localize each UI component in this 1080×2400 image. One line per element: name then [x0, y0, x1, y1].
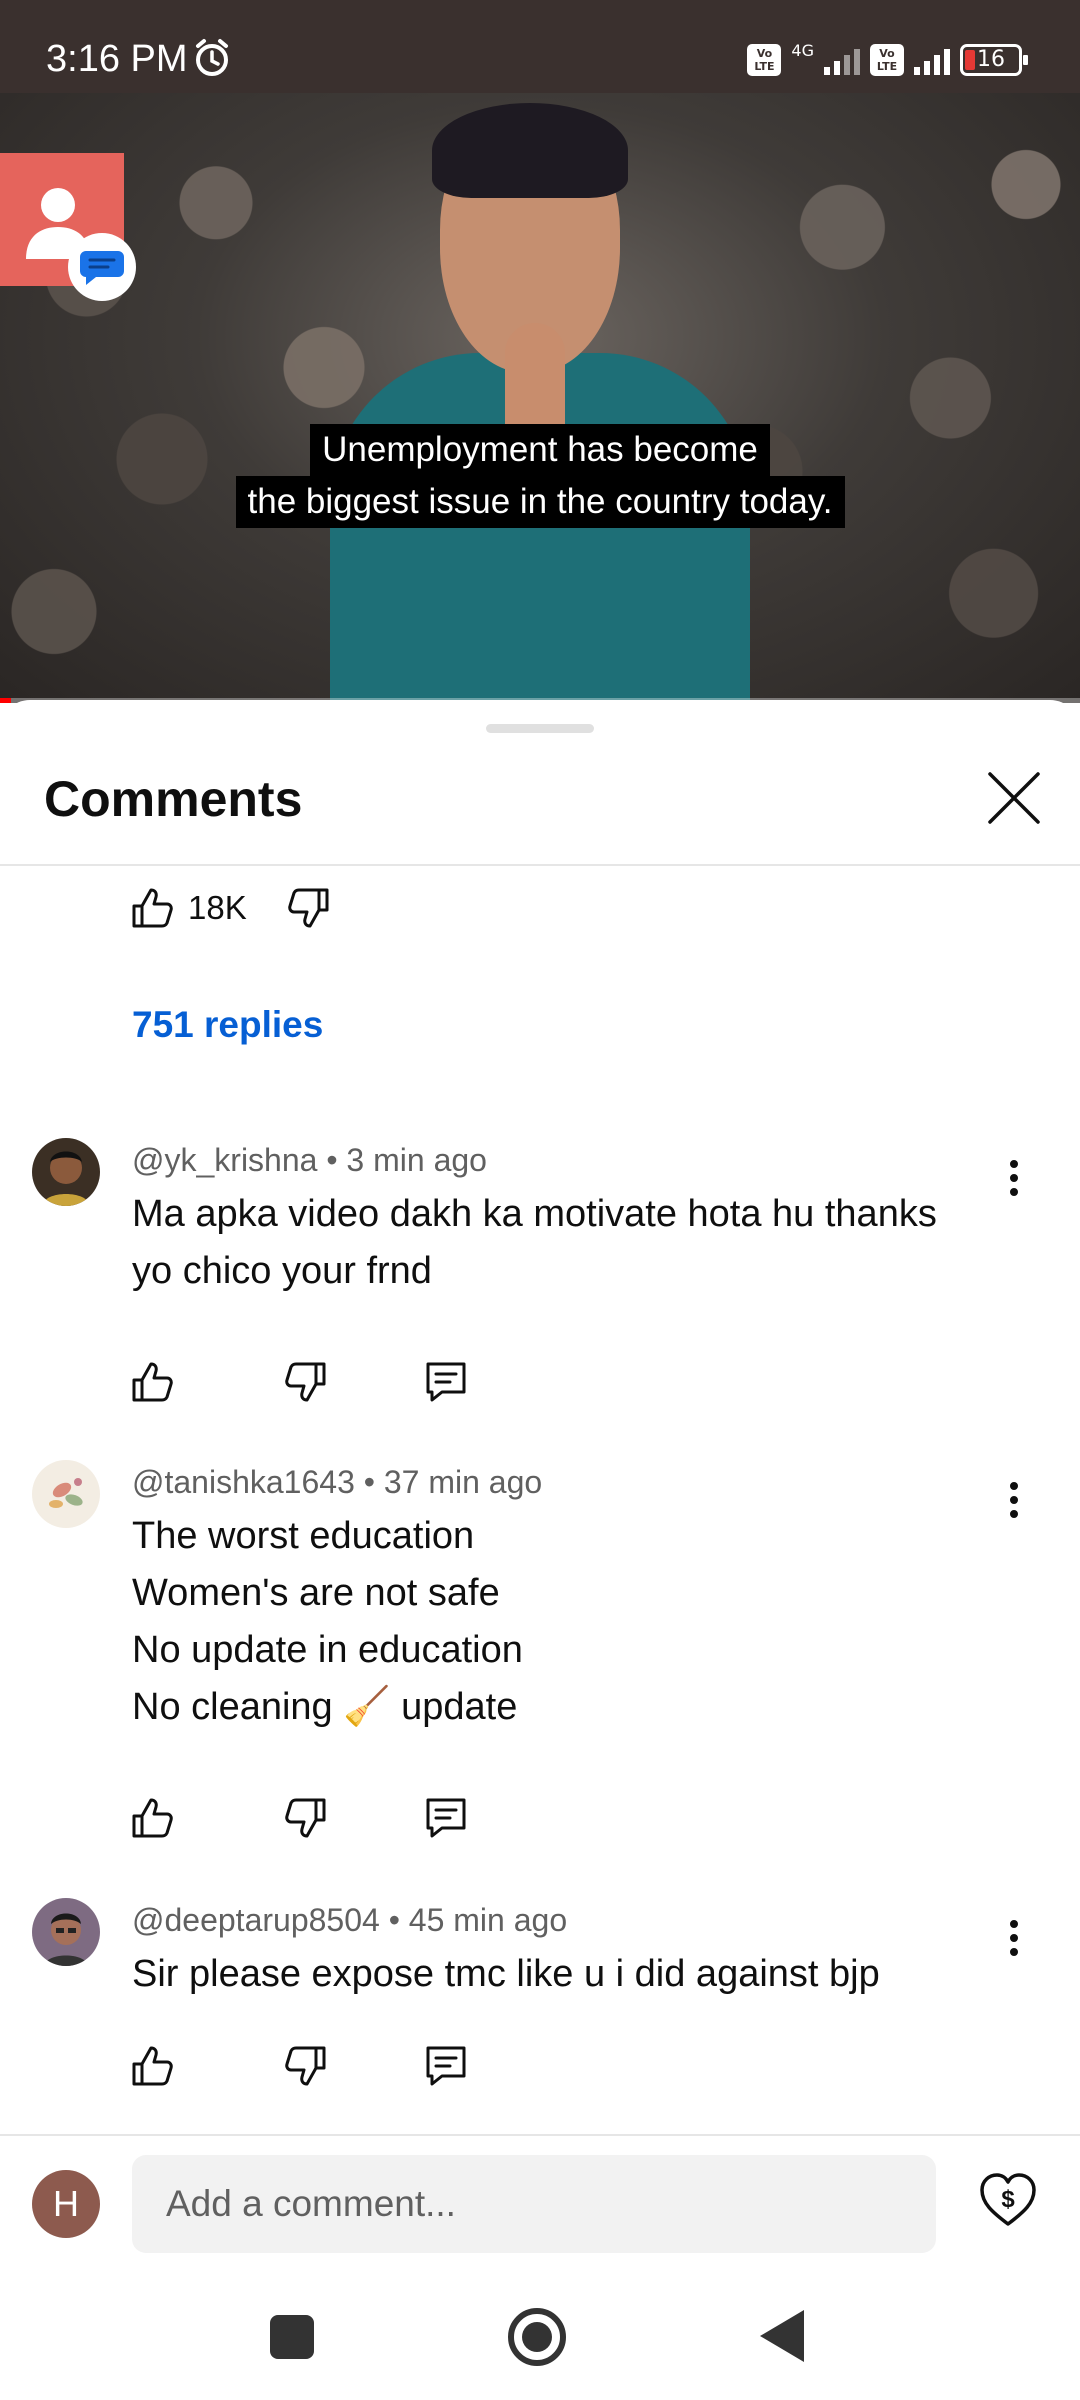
- avatar-image: [32, 1898, 100, 1966]
- comment-line: Ma apka video dakh ka motivate hota hu t…: [132, 1193, 937, 1235]
- comment-time: 37 min ago: [383, 1464, 543, 1500]
- comment-actions: [130, 1796, 578, 1840]
- comment-text: Sir please expose tmc like u i did again…: [132, 1946, 992, 2003]
- super-thanks-icon[interactable]: $: [978, 2170, 1038, 2230]
- comment-author[interactable]: @yk_krishna: [132, 1142, 317, 1178]
- more-options-icon[interactable]: [994, 1470, 1034, 1530]
- comment-line: yo chico your frnd: [132, 1250, 432, 1292]
- meta-separator: •: [354, 1464, 384, 1500]
- sheet-title: Comments: [44, 771, 303, 827]
- comment-author[interactable]: @tanishka1643: [132, 1464, 355, 1500]
- navigation-bar: [0, 2280, 1080, 2400]
- comment-actions: [130, 2044, 578, 2088]
- comment-line: Women's are not safe: [132, 1572, 500, 1614]
- drag-handle[interactable]: [486, 724, 594, 733]
- caption-line: Unemployment has become: [310, 424, 770, 476]
- dislike-icon[interactable]: [284, 1360, 328, 1404]
- comment-line: The worst education: [132, 1515, 475, 1557]
- top-comment-actions: 18K: [130, 886, 331, 930]
- like-icon[interactable]: [130, 886, 174, 930]
- avatar[interactable]: [32, 1460, 100, 1528]
- dislike-icon[interactable]: [284, 2044, 328, 2088]
- reply-icon[interactable]: [424, 1796, 468, 1840]
- battery-icon: 16: [960, 44, 1028, 76]
- contact-chat-bubble[interactable]: [0, 153, 136, 301]
- status-time: 3:16 PM: [46, 38, 188, 80]
- status-bar: 3:16 PM Vo LTE 4G Vo LTE 16: [0, 0, 1080, 93]
- reply-icon[interactable]: [424, 2044, 468, 2088]
- video-player[interactable]: [0, 93, 1080, 703]
- caption-line: the biggest issue in the country today.: [235, 476, 845, 528]
- comment-meta: @deeptarup8504 • 45 min ago: [132, 1902, 567, 1939]
- comment-text: Ma apka video dakh ka motivate hota hu t…: [132, 1186, 992, 1300]
- alarm-icon: [196, 39, 228, 76]
- status-indicators: Vo LTE 4G Vo LTE 16: [747, 40, 1028, 80]
- comment-line: No cleaning 🧹 update: [132, 1686, 518, 1728]
- like-count: 18K: [188, 889, 247, 926]
- sheet-header: Comments: [0, 740, 1080, 866]
- dislike-icon[interactable]: [284, 1796, 328, 1840]
- message-bubble-icon: [80, 251, 124, 285]
- close-icon[interactable]: [980, 764, 1048, 832]
- home-button[interactable]: [508, 2308, 566, 2366]
- presenter-hair: [432, 103, 628, 198]
- battery-level: 16: [977, 47, 1005, 72]
- more-options-icon[interactable]: [994, 1908, 1034, 1968]
- svg-text:$: $: [1001, 2186, 1015, 2213]
- more-options-icon[interactable]: [994, 1148, 1034, 1208]
- avatar-image: [32, 1138, 100, 1206]
- meta-separator: •: [379, 1902, 409, 1938]
- avatar-image: [32, 1460, 100, 1528]
- avatar[interactable]: [32, 1138, 100, 1206]
- back-button[interactable]: [760, 2310, 804, 2362]
- volte-icon: Vo LTE: [747, 44, 782, 76]
- signal-icon: [824, 45, 860, 75]
- chat-icon: [68, 233, 136, 301]
- composer-divider: [0, 2134, 1080, 2136]
- comment-time: 45 min ago: [408, 1902, 568, 1938]
- add-comment-input[interactable]: [132, 2155, 936, 2253]
- video-caption: Unemployment has become the biggest issu…: [0, 424, 1080, 528]
- meta-separator: •: [317, 1142, 347, 1178]
- like-icon[interactable]: [130, 1796, 174, 1840]
- avatar[interactable]: [32, 1898, 100, 1966]
- comment-line: No update in education: [132, 1629, 523, 1671]
- comment-meta: @yk_krishna • 3 min ago: [132, 1142, 487, 1179]
- comment-text: The worst education Women's are not safe…: [132, 1508, 992, 1736]
- network-type: 4G: [791, 40, 814, 60]
- comment-author[interactable]: @deeptarup8504: [132, 1902, 380, 1938]
- comment-actions: [130, 1360, 578, 1404]
- comment-time: 3 min ago: [346, 1142, 487, 1178]
- signal-icon: [914, 45, 950, 75]
- comment-meta: @tanishka1643 • 37 min ago: [132, 1464, 542, 1501]
- reply-icon[interactable]: [424, 1360, 468, 1404]
- view-replies-link[interactable]: 751 replies: [132, 1004, 323, 1046]
- dislike-icon[interactable]: [287, 886, 331, 930]
- recents-button[interactable]: [270, 2315, 314, 2359]
- like-icon[interactable]: [130, 2044, 174, 2088]
- video-progress-fill: [0, 698, 11, 703]
- my-avatar[interactable]: H: [32, 2170, 100, 2238]
- comment-line: Sir please expose tmc like u i did again…: [132, 1953, 880, 1995]
- like-icon[interactable]: [130, 1360, 174, 1404]
- volte-icon: Vo LTE: [870, 44, 904, 76]
